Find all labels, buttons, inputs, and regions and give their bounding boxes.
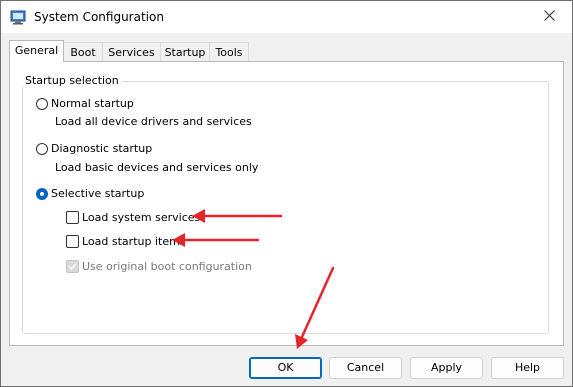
diagnostic-startup-radio[interactable]: [36, 143, 48, 155]
title-bar: System Configuration: [1, 1, 572, 33]
normal-startup-label[interactable]: Normal startup: [51, 97, 134, 110]
tab-startup[interactable]: Startup: [160, 42, 210, 61]
apply-button[interactable]: Apply: [410, 357, 483, 379]
checkmark-icon: [68, 263, 77, 271]
tab-general[interactable]: General: [9, 40, 64, 62]
load-startup-items-label[interactable]: Load startup items: [82, 235, 186, 248]
selective-startup-label[interactable]: Selective startup: [51, 187, 144, 200]
diagnostic-startup-description: Load basic devices and services only: [55, 161, 259, 174]
selective-startup-radio[interactable]: [36, 188, 48, 200]
tab-boot[interactable]: Boot: [63, 42, 103, 61]
tab-services[interactable]: Services: [102, 42, 161, 61]
normal-startup-radio[interactable]: [36, 98, 48, 110]
load-startup-items-checkbox[interactable]: [66, 235, 79, 248]
diagnostic-startup-label[interactable]: Diagnostic startup: [51, 142, 152, 155]
system-configuration-window: System Configuration General Boot Servic…: [0, 0, 573, 387]
tab-strip: General Boot Services Startup Tools: [9, 40, 564, 62]
use-original-boot-config-checkbox: [66, 260, 79, 273]
load-system-services-checkbox[interactable]: [66, 211, 79, 224]
close-button[interactable]: [526, 1, 572, 33]
close-icon: [543, 10, 555, 24]
ok-button[interactable]: OK: [249, 357, 322, 379]
cancel-button[interactable]: Cancel: [329, 357, 402, 379]
load-system-services-label[interactable]: Load system services: [82, 211, 200, 224]
help-button[interactable]: Help: [491, 357, 564, 379]
normal-startup-description: Load all device drivers and services: [55, 115, 252, 128]
computer-settings-icon: [10, 9, 26, 25]
startup-selection-legend: Startup selection: [22, 74, 122, 87]
use-original-boot-config-label: Use original boot configuration: [82, 260, 252, 273]
window-title: System Configuration: [34, 10, 164, 24]
general-tab-panel: Startup selection Normal startup Load al…: [9, 61, 564, 346]
tab-tools[interactable]: Tools: [209, 42, 249, 61]
